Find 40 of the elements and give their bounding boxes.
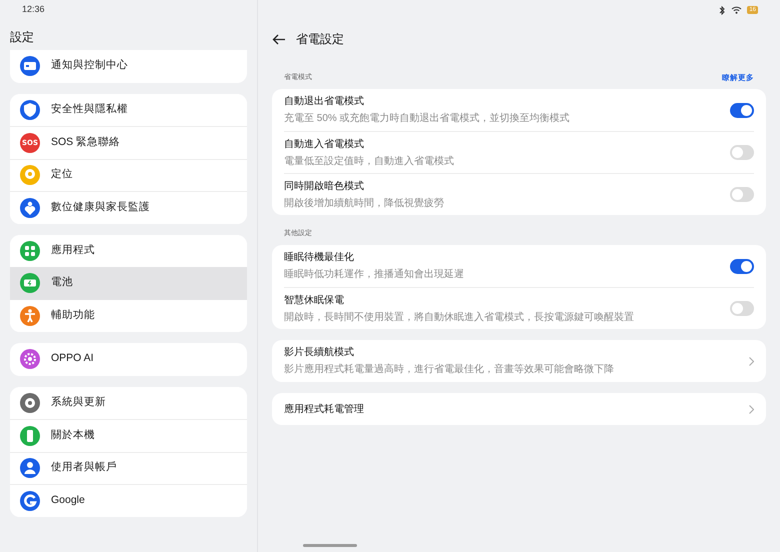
app-grid-icon [20,240,40,261]
setting-description: 睡眠時低功耗運作，推播通知會出現延遲 [284,268,464,282]
bluetooth-icon [719,6,726,14]
home-indicator [303,544,357,547]
sidebar-item[interactable]: Google [10,484,247,516]
setting-title: 同時開啟暗色模式 [284,180,365,194]
toggle-switch[interactable] [730,145,754,160]
page-title: 省電設定 [296,31,344,48]
flower-icon [20,349,40,370]
setting-title: 應用程式耗電管理 [284,402,364,416]
setting-description: 影片應用程式耗電量過高時，進行省電最佳化，音畫等效果可能會略微下降 [284,362,614,377]
battery-icon [20,273,40,294]
setting-title: 自動退出省電模式 [284,94,365,109]
toggle-switch[interactable] [730,258,754,274]
sidebar-item[interactable]: 電池 [10,267,247,300]
settings-title: 設定 [9,29,34,46]
back-arrow-icon[interactable] [272,34,286,44]
phone-icon [20,426,40,446]
setting-title: 影片長續航模式 [284,346,355,360]
accessibility-icon [20,306,40,326]
setting-title: 智慧休眠保電 [284,294,345,308]
setting-title: 自動進入省電模式 [284,138,365,152]
toggle-switch[interactable] [730,187,754,202]
sidebar-item[interactable]: 輔助功能 [10,300,247,332]
setting-title: 睡眠待機最佳化 [284,250,355,265]
toggle-switch[interactable] [730,301,754,316]
setting-description: 開啟後增加續航時間，降低視覺疲勞 [284,196,444,210]
person-icon [20,458,40,478]
g-letter-icon [20,490,40,511]
setting-description: 開啟時，長時間不使用裝置，將自動休眠進入省電模式，長按電源鍵可喚醒裝置 [284,310,634,324]
status-time: 12:36 [22,3,45,16]
toggle-switch[interactable] [730,102,754,118]
chevron-right-icon [749,356,754,366]
wifi-icon [731,6,742,14]
heart-person-icon [20,198,40,218]
shield-icon [20,100,40,120]
setting-description: 充電至 50% 或充飽電力時自動退出省電模式，並切換至均衡模式 [284,112,570,126]
chevron-right-icon [749,404,754,414]
sidebar-item[interactable]: 數位健康與家長監護 [10,191,247,224]
setting-description: 電量低至設定值時，自動進入省電模式 [284,154,454,168]
